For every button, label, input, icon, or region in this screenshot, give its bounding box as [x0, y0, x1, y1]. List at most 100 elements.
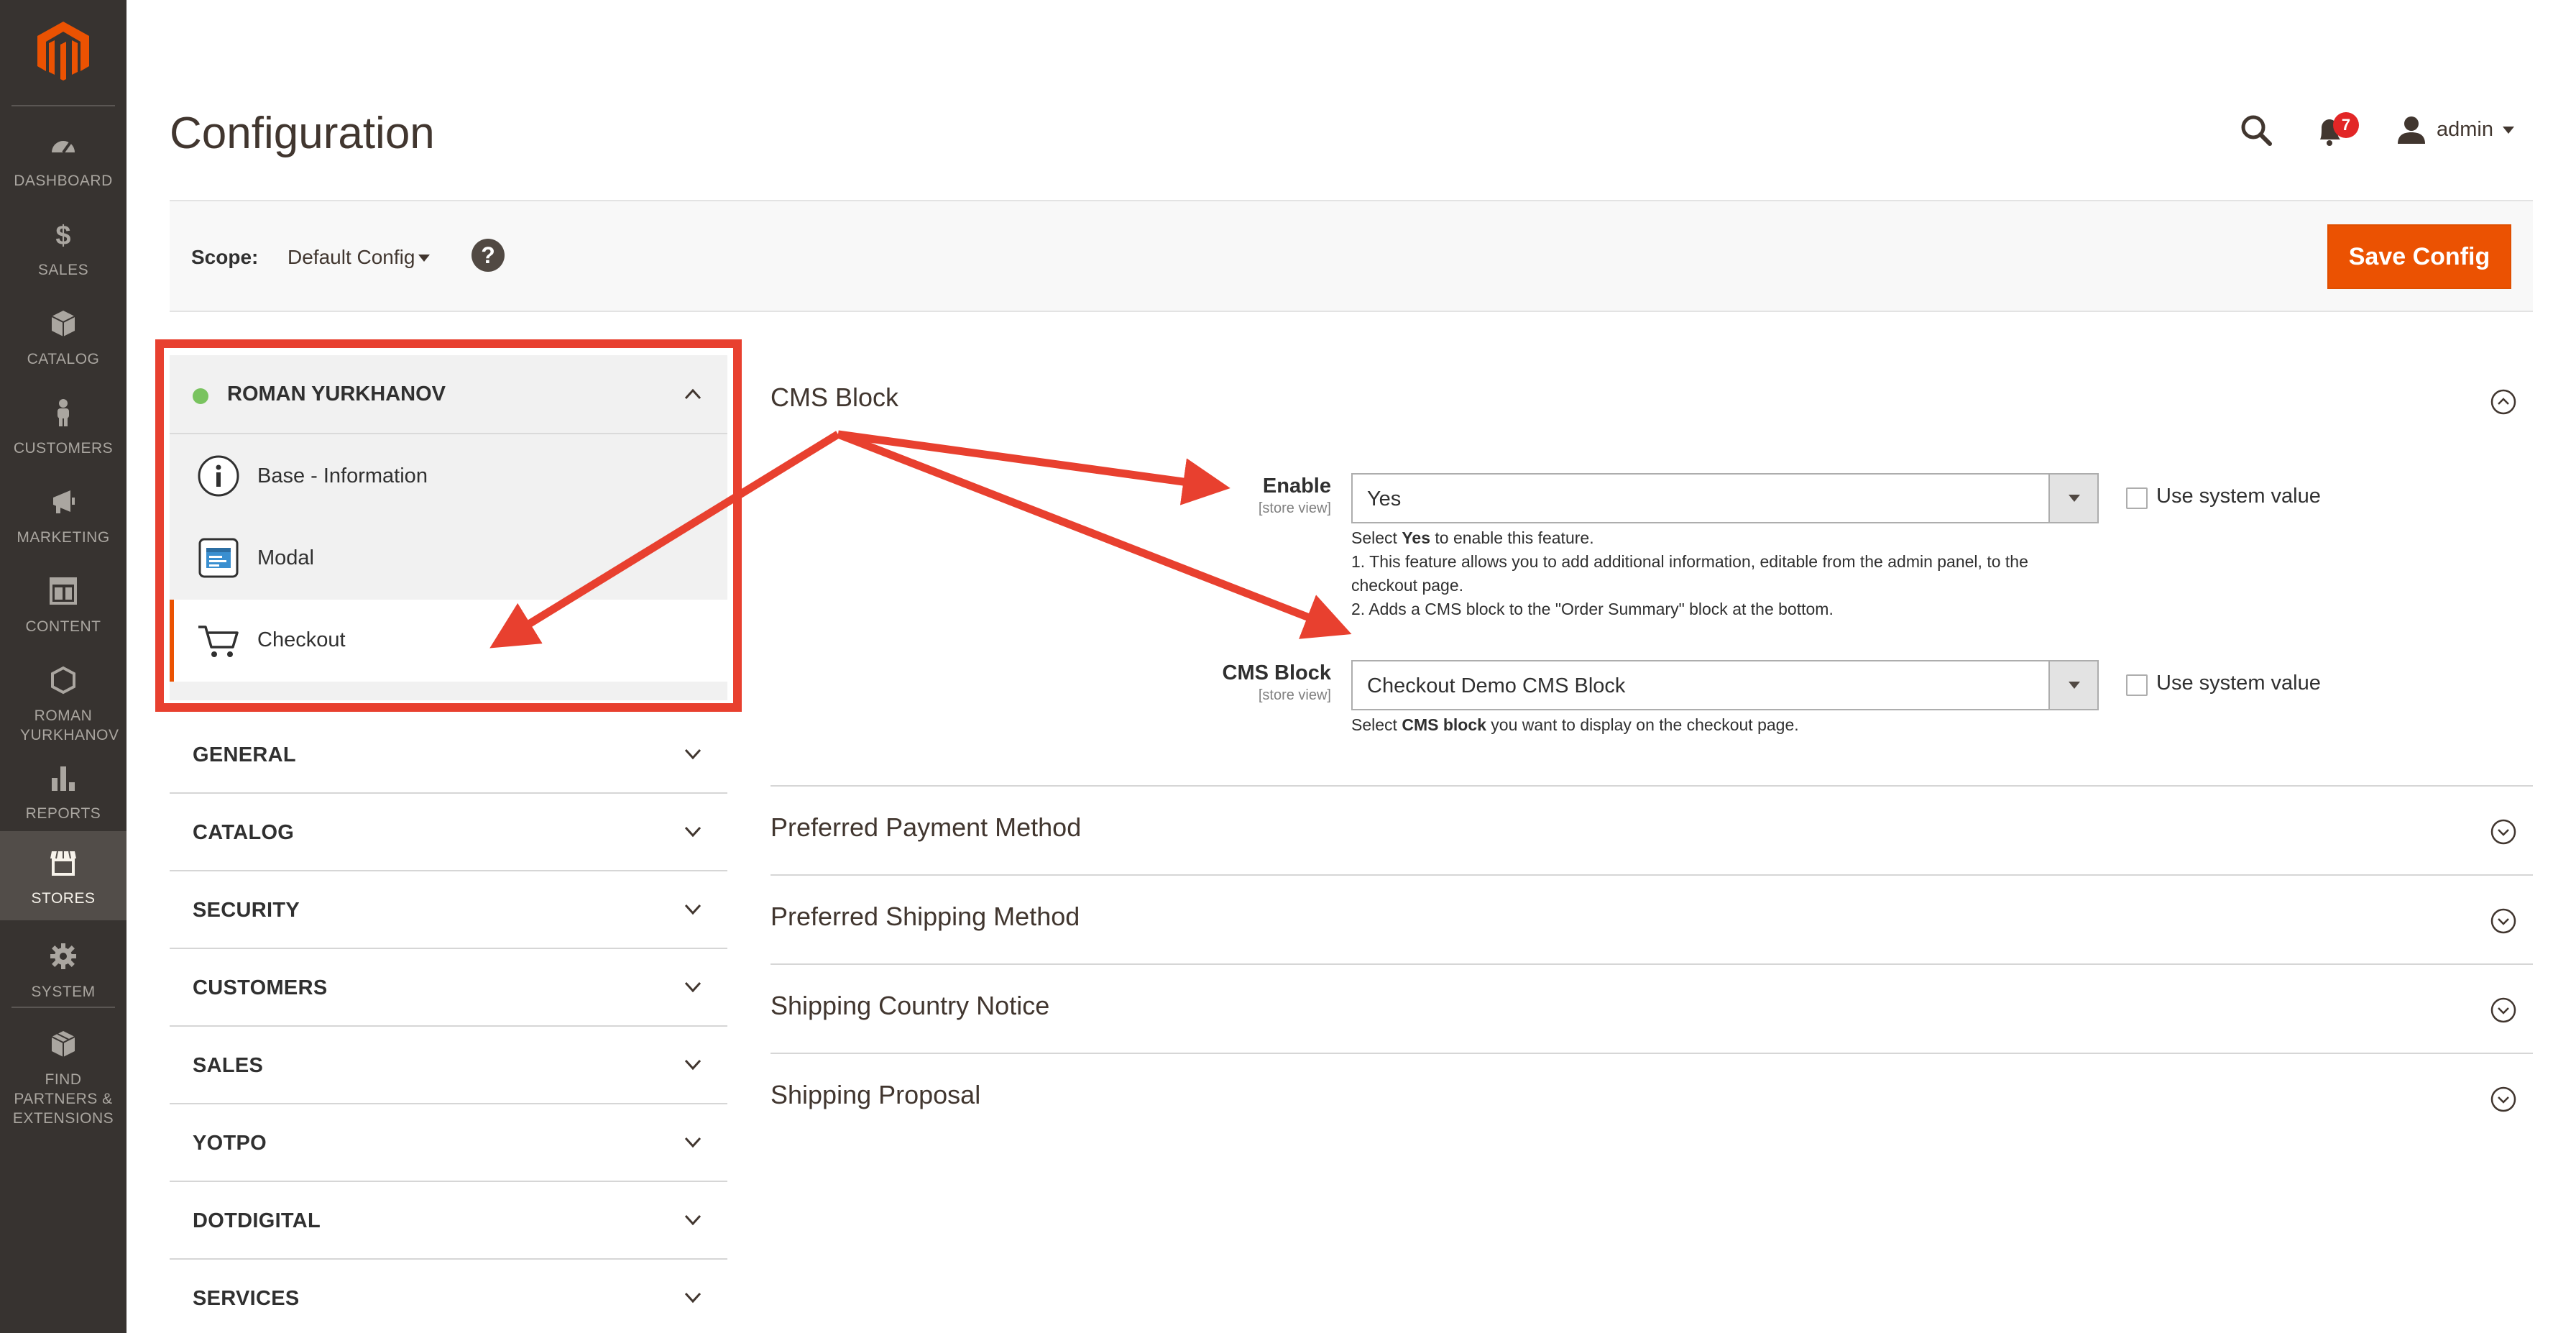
magento-logo-icon[interactable]: [32, 19, 95, 82]
cms-block-label: CMS Block: [1222, 661, 1331, 684]
tab-label: SALES: [193, 1054, 264, 1077]
save-config-button[interactable]: Save Config: [2327, 224, 2511, 289]
status-dot: [193, 388, 208, 404]
chevron-down-icon: [684, 1292, 702, 1304]
admin-user-menu[interactable]: admin: [2437, 118, 2493, 142]
chevron-down-icon[interactable]: [418, 255, 430, 262]
note-text: you want to display on the checkout page…: [1486, 715, 1799, 734]
tab-checkout[interactable]: Checkout: [170, 600, 727, 682]
menu-item-stores[interactable]: STORES: [0, 831, 126, 920]
tab-services[interactable]: SERVICES: [170, 1260, 727, 1333]
tab-dotdigital[interactable]: DOTDIGITAL: [170, 1182, 727, 1260]
chevron-down-icon: [2069, 682, 2080, 689]
section-title-shipping-proposal[interactable]: Shipping Proposal: [770, 1080, 980, 1110]
tab-base-information[interactable]: Base - Information: [170, 436, 727, 518]
menu-item-content[interactable]: CONTENT: [0, 568, 126, 657]
enable-select-value: Yes: [1367, 487, 1402, 510]
gear-icon: [50, 943, 76, 969]
tab-label: GENERAL: [193, 743, 296, 766]
menu-item-system[interactable]: SYSTEM: [0, 933, 126, 1022]
note-bold: Yes: [1402, 528, 1430, 547]
tab-general[interactable]: GENERAL: [170, 716, 727, 794]
checkbox[interactable]: [2126, 487, 2148, 509]
menu-item-customers[interactable]: CUSTOMERS: [0, 390, 126, 479]
tab-modal[interactable]: Modal: [170, 518, 727, 600]
chevron-up-icon[interactable]: [680, 381, 706, 407]
menu-item-label: FIND PARTNERS & EXTENSIONS: [12, 1071, 114, 1127]
help-icon[interactable]: ?: [472, 239, 505, 272]
menu-item-dashboard[interactable]: DASHBOARD: [0, 122, 126, 211]
enable-scope: [store view]: [1258, 500, 1331, 516]
vendor-tab: ROMAN YURKHANOV Base - Information Modal…: [170, 355, 727, 700]
menu-item-roman-yurkhanov[interactable]: ROMAN YURKHANOV: [0, 657, 126, 765]
chevron-down-icon: [684, 904, 702, 915]
note-line: 2. Adds a CMS block to the "Order Summar…: [1351, 600, 1834, 618]
cms-block-select[interactable]: Checkout Demo CMS Block: [1351, 660, 2099, 710]
chevron-down-icon: [684, 1214, 702, 1226]
person-icon: [58, 399, 69, 426]
select-toggle[interactable]: [2048, 475, 2097, 522]
section-title-preferred-payment[interactable]: Preferred Payment Method: [770, 812, 1081, 843]
info-icon: [198, 455, 239, 497]
tab-label: Modal: [257, 546, 314, 569]
chevron-down-icon: [684, 748, 702, 760]
cms-block-note: Select CMS block you want to display on …: [1351, 713, 2099, 737]
section-title-cms-block[interactable]: CMS Block: [770, 383, 898, 413]
note-text: Select: [1351, 715, 1402, 734]
chevron-down-circle-icon[interactable]: [2490, 907, 2517, 935]
tab-label: Base - Information: [257, 464, 428, 487]
menu-item-label: CATALOG: [27, 351, 100, 367]
menu-item-catalog[interactable]: CATALOG: [0, 301, 126, 390]
menu-item-find-partners[interactable]: FIND PARTNERS & EXTENSIONS: [0, 1021, 126, 1127]
chevron-down-circle-icon[interactable]: [2490, 1086, 2517, 1113]
vendor-tab-header[interactable]: ROMAN YURKHANOV: [170, 355, 727, 434]
chevron-down-circle-icon[interactable]: [2490, 997, 2517, 1024]
section-title-preferred-shipping[interactable]: Preferred Shipping Method: [770, 902, 1080, 932]
menu-item-sales[interactable]: $ SALES: [0, 211, 126, 301]
menu-item-label: ROMAN YURKHANOV: [20, 707, 119, 743]
tab-catalog[interactable]: CATALOG: [170, 794, 727, 871]
scope-label: Scope:: [191, 246, 259, 268]
menu-divider: [12, 105, 115, 106]
tab-customers[interactable]: CUSTOMERS: [170, 949, 727, 1027]
dollar-icon: $: [55, 221, 70, 249]
note-bold: CMS block: [1402, 715, 1486, 734]
notifications-badge[interactable]: 7: [2333, 112, 2359, 138]
section-title-shipping-country-notice[interactable]: Shipping Country Notice: [770, 991, 1049, 1021]
section-divider: [770, 874, 2533, 876]
enable-note: Select Yes to enable this feature. 1. Th…: [1351, 526, 2099, 621]
chevron-down-icon: [2069, 495, 2080, 502]
dashboard-icon: [52, 141, 75, 154]
user-icon[interactable]: [2396, 115, 2426, 145]
search-icon[interactable]: [2240, 114, 2273, 147]
menu-item-label: CUSTOMERS: [13, 440, 114, 457]
menu-item-label: REPORTS: [25, 805, 101, 822]
checkbox[interactable]: [2126, 674, 2148, 696]
scope-switcher[interactable]: Default Config: [288, 246, 415, 269]
chevron-down-icon: [684, 1059, 702, 1071]
layout-icon: [50, 577, 77, 605]
tab-security[interactable]: SECURITY: [170, 871, 727, 949]
chevron-down-icon: [684, 1137, 702, 1148]
chevron-up-circle-icon[interactable]: [2490, 388, 2517, 416]
note-text: to enable this feature.: [1430, 528, 1594, 547]
chevron-down-icon[interactable]: [2503, 127, 2514, 134]
enable-select[interactable]: Yes: [1351, 473, 2099, 523]
menu-item-label: MARKETING: [17, 529, 110, 546]
tab-label: SECURITY: [193, 899, 300, 922]
select-toggle[interactable]: [2048, 661, 2097, 709]
cms-block-select-value: Checkout Demo CMS Block: [1367, 674, 1626, 697]
tab-sales[interactable]: SALES: [170, 1027, 727, 1104]
use-system-value-label: Use system value: [2156, 485, 2321, 508]
tab-label: Checkout: [257, 628, 346, 651]
menu-item-marketing[interactable]: MARKETING: [0, 479, 126, 568]
bar-chart-icon: [52, 766, 75, 791]
chevron-down-circle-icon[interactable]: [2490, 818, 2517, 846]
note-text: Select: [1351, 528, 1402, 547]
section-divider: [770, 1053, 2533, 1054]
scope-bar: Scope: Default Config ? Save Config: [170, 200, 2533, 312]
enable-label: Enable: [1262, 475, 1331, 498]
svg-text:$: $: [55, 221, 70, 249]
tab-yotpo[interactable]: YOTPO: [170, 1104, 727, 1182]
store-icon: [50, 851, 76, 876]
